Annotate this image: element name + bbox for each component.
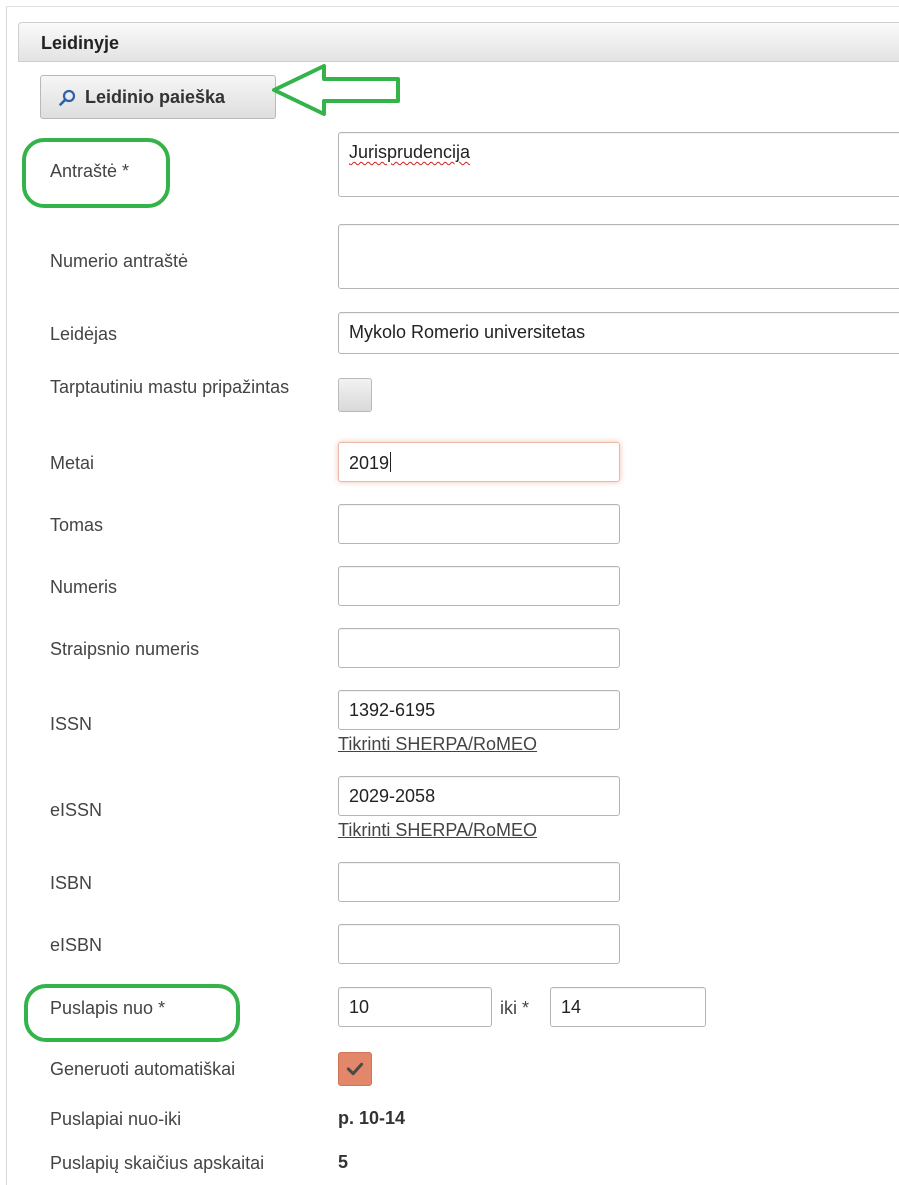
title-input[interactable]: Jurisprudencija [338,132,899,197]
isbn-label: ISBN [50,873,93,893]
article-number-label: Straipsnio numeris [50,639,200,659]
text-cursor [390,452,392,472]
eisbn-label: eISBN [50,935,103,955]
issn-label: ISSN [50,714,93,734]
page: Leidinyje Leidinio paieška Antraštė * Ju… [0,0,899,1185]
publication-search-label: Leidinio paieška [85,87,226,107]
checkmark-icon [346,1062,364,1076]
page-from-input-value: 10 [349,997,370,1017]
eisbn-input[interactable] [338,924,620,964]
issue-title-label: Numerio antraštė [50,251,189,271]
number-input[interactable] [338,566,620,606]
volume-input[interactable] [338,504,620,544]
issn-input-value: 1392-6195 [349,700,436,720]
international-recognition-label: Tarptautiniu mastu pripažintas [50,377,290,397]
volume-label: Tomas [50,515,104,535]
page-count-label: Puslapių skaičius apskaitai [50,1153,265,1173]
title-label: Antraštė * [50,161,130,181]
issn-sherpa-link[interactable]: Tikrinti SHERPA/RoMEO [338,734,537,755]
panel-header: Leidinyje [18,22,899,62]
publisher-label: Leidėjas [50,324,118,344]
eissn-label: eISSN [50,800,103,820]
isbn-input[interactable] [338,862,620,902]
year-input-value: 2019 [349,453,390,473]
page-from-input[interactable]: 10 [338,987,492,1027]
page-to-input-value: 14 [561,997,582,1017]
issn-input[interactable]: 1392-6195 [338,690,620,730]
page-from-label: Puslapis nuo * [50,998,166,1018]
panel-top-border [6,6,899,7]
page-to-input[interactable]: 14 [550,987,706,1027]
article-number-input[interactable] [338,628,620,668]
auto-generate-label: Generuoti automatiškai [50,1059,236,1079]
publisher-input-value: Mykolo Romerio universitetas [349,322,586,342]
publication-search-button[interactable]: Leidinio paieška [40,75,276,119]
auto-generate-checkbox[interactable] [338,1052,372,1086]
page-to-label: iki * [500,998,530,1018]
title-input-value: Jurisprudencija [349,142,471,162]
search-icon [59,89,76,106]
annotation-arrow-icon [272,64,400,116]
eissn-sherpa-link[interactable]: Tikrinti SHERPA/RoMEO [338,820,537,841]
page-count-value: 5 [338,1152,349,1172]
page-range-value: p. 10-14 [338,1108,406,1128]
panel-left-border [6,6,7,1185]
panel-title: Leidinyje [41,33,120,53]
publisher-input[interactable]: Mykolo Romerio universitetas [338,312,899,354]
eissn-input[interactable]: 2029-2058 [338,776,620,816]
issue-title-input[interactable] [338,224,899,289]
international-recognition-checkbox[interactable] [338,378,372,412]
year-label: Metai [50,453,95,473]
year-input[interactable]: 2019 [338,442,620,482]
page-range-label: Puslapiai nuo-iki [50,1109,182,1129]
number-label: Numeris [50,577,118,597]
eissn-input-value: 2029-2058 [349,786,436,806]
